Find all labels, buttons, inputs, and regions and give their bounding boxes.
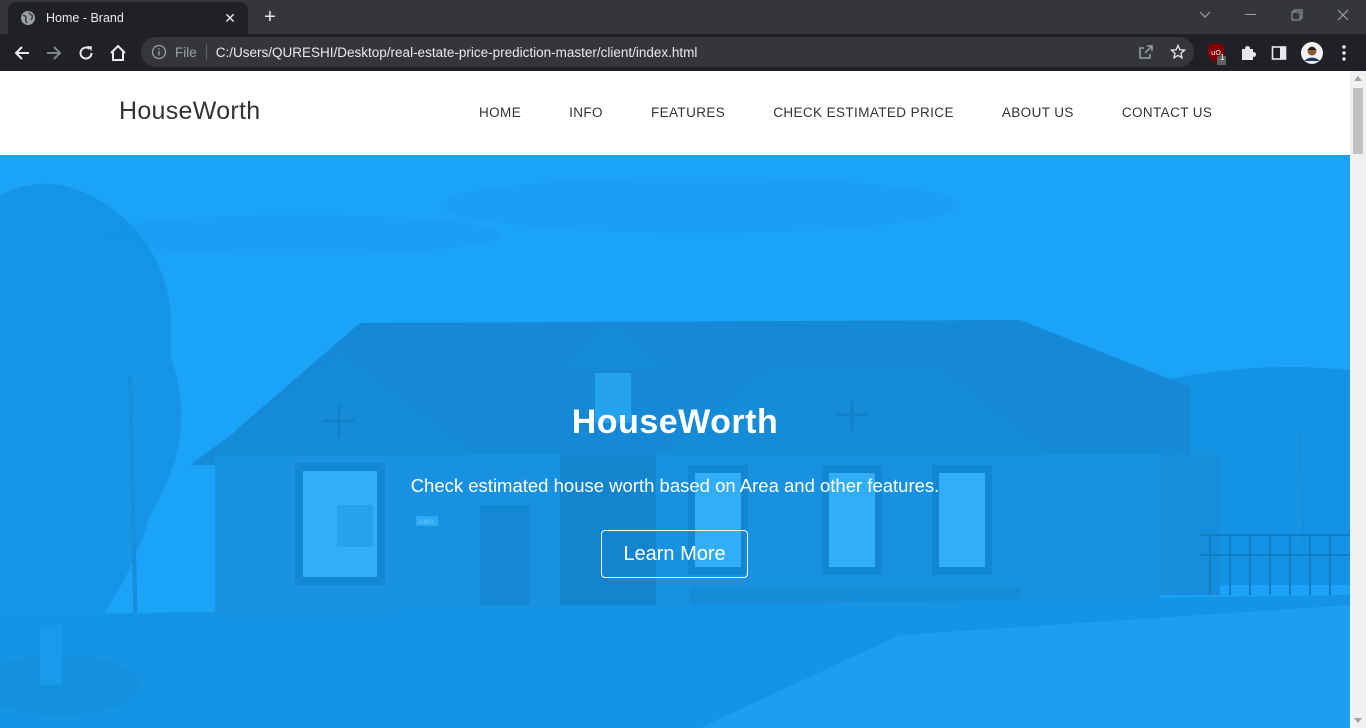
new-tab-button[interactable]: +: [258, 6, 282, 28]
ublock-extension-icon[interactable]: uO 1: [1203, 40, 1229, 66]
nav-link-check-estimated-price[interactable]: CHECK ESTIMATED PRICE: [773, 105, 954, 120]
nav-link-home[interactable]: HOME: [479, 105, 521, 120]
browser-tab[interactable]: Home - Brand ✕: [8, 2, 248, 34]
address-separator: [205, 44, 207, 60]
address-url[interactable]: C:/Users/QURESHI/Desktop/real-estate-pri…: [216, 45, 1130, 60]
nav-links: HOME INFO FEATURES CHECK ESTIMATED PRICE…: [479, 105, 1212, 120]
learn-more-button[interactable]: Learn More: [601, 530, 748, 578]
page-viewport: HouseWorth HOME INFO FEATURES CHECK ESTI…: [0, 71, 1350, 728]
hero-section: 1060 HouseWorth Check estimated house wo…: [0, 155, 1350, 728]
browser-menu-icon[interactable]: [1331, 40, 1357, 66]
scroll-up-icon[interactable]: [1354, 76, 1362, 81]
minimize-icon[interactable]: [1228, 0, 1274, 30]
extensions-puzzle-icon[interactable]: [1235, 40, 1261, 66]
hero-subtitle: Check estimated house worth based on Are…: [410, 475, 940, 496]
tab-search-icon[interactable]: [1182, 0, 1228, 30]
nav-link-features[interactable]: FEATURES: [651, 105, 725, 120]
site-info-icon[interactable]: [151, 44, 167, 60]
site-navbar: HouseWorth HOME INFO FEATURES CHECK ESTI…: [0, 71, 1350, 155]
globe-icon: [21, 11, 35, 25]
side-panel-icon[interactable]: [1266, 40, 1292, 66]
home-icon[interactable]: [104, 39, 132, 67]
extension-badge: 1: [1220, 53, 1225, 62]
page-scrollbar[interactable]: [1350, 71, 1366, 728]
hero-title: HouseWorth: [571, 403, 779, 441]
nav-link-contact-us[interactable]: CONTACT US: [1122, 105, 1213, 120]
nav-link-about-us[interactable]: ABOUT US: [1002, 105, 1074, 120]
back-icon[interactable]: [8, 39, 36, 67]
address-scheme: File: [175, 44, 197, 60]
tab-title: Home - Brand: [46, 11, 124, 25]
scrollbar-thumb[interactable]: [1353, 88, 1363, 154]
close-window-icon[interactable]: [1320, 0, 1366, 30]
profile-avatar[interactable]: [1299, 40, 1325, 66]
scroll-down-icon[interactable]: [1354, 718, 1362, 723]
browser-tabstrip: Home - Brand ✕ +: [0, 0, 1366, 34]
nav-link-info[interactable]: INFO: [569, 105, 603, 120]
tab-close-icon[interactable]: ✕: [222, 10, 238, 27]
bookmark-star-icon[interactable]: [1162, 38, 1194, 66]
restore-icon[interactable]: [1274, 0, 1320, 30]
share-icon[interactable]: [1130, 38, 1162, 66]
site-brand-logo[interactable]: HouseWorth: [119, 97, 261, 126]
browser-toolbar: File C:/Users/QURESHI/Desktop/real-estat…: [0, 34, 1366, 71]
address-bar[interactable]: File C:/Users/QURESHI/Desktop/real-estat…: [141, 37, 1194, 67]
forward-icon[interactable]: [40, 39, 68, 67]
reload-icon[interactable]: [72, 39, 100, 67]
